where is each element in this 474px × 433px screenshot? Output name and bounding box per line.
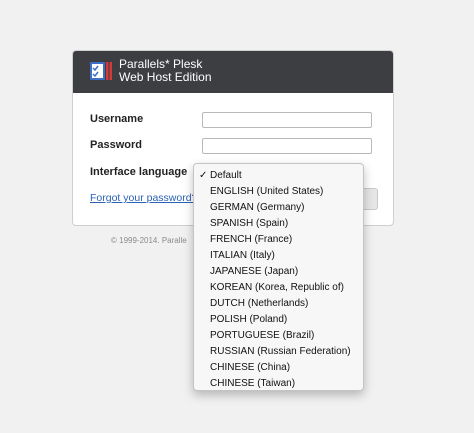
forgot-password-link[interactable]: Forgot your password? xyxy=(90,192,197,204)
language-option-default[interactable]: ✓ Default xyxy=(194,168,363,184)
interface-language-label: Interface language xyxy=(90,166,188,178)
checkmark-icon: ✓ xyxy=(199,170,208,181)
language-option-label: Default xyxy=(210,170,242,181)
language-option-french[interactable]: FRENCH (France) xyxy=(194,232,363,248)
language-option-russian[interactable]: RUSSIAN (Russian Federation) xyxy=(194,344,363,360)
language-option-spanish[interactable]: SPANISH (Spain) xyxy=(194,216,363,232)
language-option-italian[interactable]: ITALIAN (Italy) xyxy=(194,248,363,264)
brand-line-1: Parallels* Plesk xyxy=(119,57,203,71)
language-option-chinese-china[interactable]: CHINESE (China) xyxy=(194,360,363,376)
login-header: Parallels* Plesk Web Host Edition xyxy=(73,51,393,93)
brand-name: Parallels* Plesk Web Host Edition xyxy=(119,58,212,83)
language-option-chinese-taiwan[interactable]: CHINESE (Taiwan) xyxy=(194,376,363,392)
brand-line-2: Web Host Edition xyxy=(119,70,212,84)
language-option-korean[interactable]: KOREAN (Korea, Republic of) xyxy=(194,280,363,296)
language-option-polish[interactable]: POLISH (Poland) xyxy=(194,312,363,328)
language-option-japanese[interactable]: JAPANESE (Japan) xyxy=(194,264,363,280)
username-input[interactable] xyxy=(202,112,372,128)
password-label: Password xyxy=(90,139,142,151)
language-option-portuguese[interactable]: PORTUGUESE (Brazil) xyxy=(194,328,363,344)
language-option-english[interactable]: ENGLISH (United States) xyxy=(194,184,363,200)
language-dropdown-menu[interactable]: ✓ Default ENGLISH (United States) GERMAN… xyxy=(193,163,364,391)
language-option-german[interactable]: GERMAN (Germany) xyxy=(194,200,363,216)
plesk-logo-icon xyxy=(90,62,112,80)
password-input[interactable] xyxy=(202,138,372,154)
language-option-dutch[interactable]: DUTCH (Netherlands) xyxy=(194,296,363,312)
copyright-text: © 1999-2014. Paralle xyxy=(111,236,187,245)
username-label: Username xyxy=(90,113,144,125)
